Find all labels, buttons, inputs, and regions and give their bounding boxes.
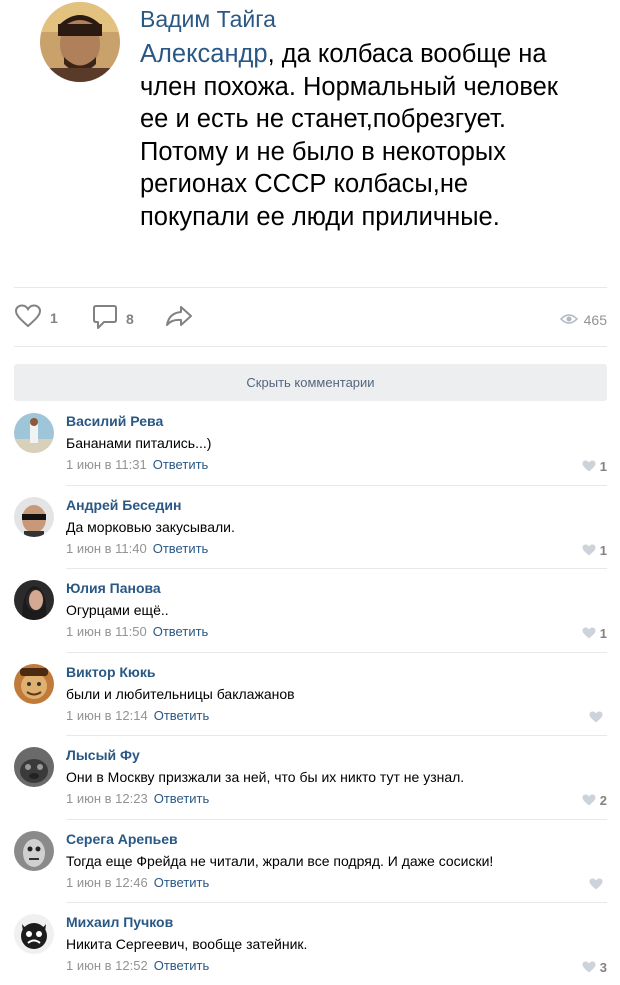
commenter-name[interactable]: Юлия Панова bbox=[66, 580, 161, 596]
heart-icon bbox=[582, 541, 596, 560]
comment-like-button[interactable]: 1 bbox=[582, 624, 607, 643]
comment-date[interactable]: 1 июн в 12:46 bbox=[66, 875, 148, 890]
comment-like-button[interactable]: 2 bbox=[582, 791, 607, 810]
comment-like-count: 1 bbox=[599, 626, 607, 641]
heart-icon bbox=[582, 457, 596, 476]
heart-icon bbox=[582, 624, 596, 643]
comment-like-button[interactable] bbox=[589, 708, 607, 727]
comment-item: Михаил Пучков Никита Сергеевич, вообще з… bbox=[0, 903, 620, 985]
views-counter: 465 bbox=[559, 310, 607, 329]
reply-button[interactable]: Ответить bbox=[153, 624, 209, 639]
comment-meta: 1 июн в 12:52 Ответить bbox=[66, 958, 209, 973]
comment-like-count: 3 bbox=[599, 960, 607, 975]
comment-date[interactable]: 1 июн в 12:23 bbox=[66, 791, 148, 806]
hide-comments-button[interactable]: Скрыть комментарии bbox=[14, 364, 607, 401]
post-actions: 1 8 465 bbox=[0, 290, 620, 346]
commenter-avatar[interactable] bbox=[14, 914, 54, 954]
reply-button[interactable]: Ответить bbox=[154, 708, 210, 723]
comment-date[interactable]: 1 июн в 12:14 bbox=[66, 708, 148, 723]
comment-meta: 1 июн в 12:14 Ответить bbox=[66, 708, 209, 723]
comment-meta: 1 июн в 12:23 Ответить bbox=[66, 791, 209, 806]
commenter-avatar[interactable] bbox=[14, 663, 54, 704]
post: Вадим Тайга Александр, да колбаса вообще… bbox=[0, 0, 620, 290]
comment-text: Огурцами ещё.. bbox=[66, 602, 169, 618]
comment-button[interactable]: 8 bbox=[92, 304, 134, 334]
share-icon bbox=[164, 304, 194, 332]
post-author-avatar[interactable] bbox=[40, 2, 120, 82]
commenter-avatar[interactable] bbox=[14, 747, 54, 787]
comment-item: Серега Арепьев Тогда еще Фрейда не читал… bbox=[0, 820, 620, 903]
commenter-avatar[interactable] bbox=[14, 496, 54, 537]
commenter-name[interactable]: Серега Арепьев bbox=[66, 831, 178, 847]
views-count: 465 bbox=[583, 311, 607, 328]
comments-list: Василий Рева Бананами питались...) 1 июн… bbox=[0, 402, 620, 985]
comment-meta: 1 июн в 11:31 Ответить bbox=[66, 457, 208, 472]
commenter-avatar[interactable] bbox=[14, 413, 54, 453]
share-button[interactable] bbox=[164, 304, 194, 332]
comment-item: Лысый Фу Они в Москву призжали за ней, ч… bbox=[0, 736, 620, 820]
comment-like-count: 2 bbox=[599, 793, 607, 808]
comment-text: были и любительницы баклажанов bbox=[66, 685, 295, 702]
reply-button[interactable]: Ответить bbox=[153, 457, 209, 472]
commenter-name[interactable]: Лысый Фу bbox=[66, 747, 140, 763]
post-author-name[interactable]: Вадим Тайга bbox=[140, 6, 276, 33]
reply-button[interactable]: Ответить bbox=[154, 958, 210, 973]
comment-date[interactable]: 1 июн в 12:52 bbox=[66, 958, 148, 973]
comment-text: Они в Москву призжали за ней, что бы их … bbox=[66, 769, 465, 785]
comment-count: 8 bbox=[126, 311, 134, 327]
comment-like-button[interactable]: 3 bbox=[582, 958, 607, 977]
comment-like-button[interactable] bbox=[589, 875, 607, 894]
comment-meta: 1 июн в 11:50 Ответить bbox=[66, 624, 208, 639]
comment-icon bbox=[92, 304, 118, 334]
comment-text: Да морковью закусывали. bbox=[66, 518, 235, 535]
divider bbox=[14, 287, 607, 288]
comment-text: Бананами питались...) bbox=[66, 435, 212, 451]
comment-text: Тогда еще Фрейда не читали, жрали все по… bbox=[66, 852, 494, 869]
like-button[interactable]: 1 bbox=[14, 304, 58, 332]
comment-item: Виктор Кюкь были и любительницы баклажан… bbox=[0, 653, 620, 736]
divider bbox=[14, 346, 607, 347]
post-mention-link[interactable]: Александр bbox=[140, 40, 268, 68]
eye-icon bbox=[559, 310, 578, 329]
post-body: , да колбаса вообще на член похожа. Норм… bbox=[140, 40, 558, 231]
heart-icon bbox=[582, 791, 596, 810]
comment-item: Юлия Панова Огурцами ещё.. 1 июн в 11:50… bbox=[0, 569, 620, 653]
commenter-name[interactable]: Виктор Кюкь bbox=[66, 664, 156, 680]
comment-meta: 1 июн в 12:46 Ответить bbox=[66, 875, 209, 890]
comment-meta: 1 июн в 11:40 Ответить bbox=[66, 541, 208, 556]
commenter-avatar[interactable] bbox=[14, 580, 54, 620]
comment-date[interactable]: 1 июн в 11:50 bbox=[66, 624, 147, 639]
comment-like-button[interactable]: 1 bbox=[582, 457, 607, 476]
commenter-name[interactable]: Андрей Беседин bbox=[66, 497, 181, 513]
heart-icon bbox=[582, 958, 596, 977]
comment-like-button[interactable]: 1 bbox=[582, 541, 607, 560]
comment-item: Андрей Беседин Да морковью закусывали. 1… bbox=[0, 486, 620, 569]
heart-icon bbox=[589, 708, 603, 727]
comment-date[interactable]: 1 июн в 11:31 bbox=[66, 457, 147, 472]
post-text: Александр, да колбаса вообще на член пох… bbox=[140, 38, 580, 233]
comment-like-count: 1 bbox=[599, 459, 607, 474]
reply-button[interactable]: Ответить bbox=[154, 875, 210, 890]
heart-icon bbox=[589, 875, 603, 894]
heart-icon bbox=[14, 304, 42, 332]
reply-button[interactable]: Ответить bbox=[153, 541, 209, 556]
reply-button[interactable]: Ответить bbox=[154, 791, 210, 806]
comment-like-count: 1 bbox=[599, 542, 607, 558]
like-count: 1 bbox=[50, 310, 58, 326]
commenter-avatar[interactable] bbox=[14, 830, 54, 871]
commenter-name[interactable]: Василий Рева bbox=[66, 413, 163, 429]
comment-text: Никита Сергеевич, вообще затейник. bbox=[66, 936, 308, 952]
commenter-name[interactable]: Михаил Пучков bbox=[66, 914, 173, 930]
comment-item: Василий Рева Бананами питались...) 1 июн… bbox=[0, 402, 620, 486]
comment-date[interactable]: 1 июн в 11:40 bbox=[66, 541, 147, 556]
